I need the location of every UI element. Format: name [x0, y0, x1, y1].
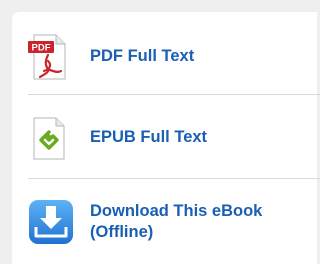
pdf-badge-text: PDF [32, 43, 51, 54]
pdf-full-text-link[interactable]: PDF PDF Full Text [28, 20, 320, 92]
download-arrow-icon [28, 198, 78, 246]
download-options-panel: PDF PDF Full Text EPUB Full Text Downloa… [12, 12, 320, 264]
epub-file-icon [28, 112, 78, 162]
download-ebook-offline-link[interactable]: Download This eBook (Offline) [28, 182, 320, 262]
pdf-full-text-label: PDF Full Text [90, 46, 195, 65]
epub-full-text-link[interactable]: EPUB Full Text [28, 98, 320, 176]
epub-full-text-label: EPUB Full Text [90, 127, 208, 146]
pdf-file-icon: PDF [28, 31, 78, 81]
download-ebook-offline-label: Download This eBook (Offline) [90, 202, 263, 241]
divider [28, 94, 320, 95]
divider [28, 178, 320, 179]
